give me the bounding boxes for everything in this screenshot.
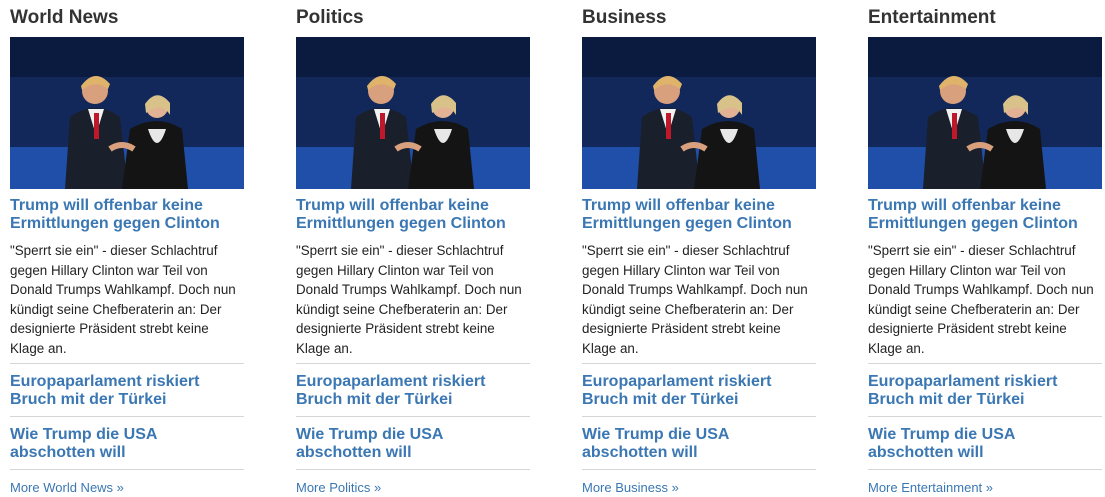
category-title: Politics bbox=[296, 7, 364, 28]
divider bbox=[10, 363, 244, 364]
lead-headline-link[interactable]: Trump will offenbar keine Ermittlungen g… bbox=[582, 197, 818, 233]
headline-link-2[interactable]: Europaparlament riskiert Bruch mit der T… bbox=[868, 373, 1104, 409]
news-category-grid: World News Trump will offenbar keine Erm… bbox=[0, 0, 1105, 497]
divider bbox=[296, 416, 530, 417]
divider bbox=[868, 416, 1102, 417]
divider bbox=[296, 363, 530, 364]
lead-article-photo[interactable] bbox=[10, 37, 244, 189]
lead-article-photo[interactable] bbox=[296, 37, 530, 189]
lead-teaser: "Sperrt sie ein" - dieser Schlachtruf ge… bbox=[10, 243, 236, 356]
divider bbox=[582, 469, 816, 470]
lead-teaser: "Sperrt sie ein" - dieser Schlachtruf ge… bbox=[582, 243, 808, 356]
divider bbox=[10, 416, 244, 417]
lead-headline-link[interactable]: Trump will offenbar keine Ermittlungen g… bbox=[296, 197, 532, 233]
category-title: Entertainment bbox=[868, 7, 996, 28]
divider bbox=[582, 363, 816, 364]
more-category-link[interactable]: More Politics » bbox=[296, 480, 381, 495]
divider bbox=[296, 469, 530, 470]
lead-teaser: "Sperrt sie ein" - dieser Schlachtruf ge… bbox=[868, 243, 1094, 356]
lead-article-photo[interactable] bbox=[868, 37, 1102, 189]
more-category-link[interactable]: More World News » bbox=[10, 480, 124, 495]
more-category-link[interactable]: More Business » bbox=[582, 480, 679, 495]
headline-link-3[interactable]: Wie Trump die USA abschotten will bbox=[10, 426, 246, 462]
headline-link-2[interactable]: Europaparlament riskiert Bruch mit der T… bbox=[10, 373, 246, 409]
headline-link-2[interactable]: Europaparlament riskiert Bruch mit der T… bbox=[296, 373, 532, 409]
divider bbox=[868, 363, 1102, 364]
category-title: Business bbox=[582, 7, 667, 28]
headline-link-3[interactable]: Wie Trump die USA abschotten will bbox=[582, 426, 818, 462]
lead-teaser: "Sperrt sie ein" - dieser Schlachtruf ge… bbox=[296, 243, 522, 356]
headline-link-3[interactable]: Wie Trump die USA abschotten will bbox=[296, 426, 532, 462]
headline-link-2[interactable]: Europaparlament riskiert Bruch mit der T… bbox=[582, 373, 818, 409]
headline-link-3[interactable]: Wie Trump die USA abschotten will bbox=[868, 426, 1104, 462]
divider bbox=[582, 416, 816, 417]
lead-headline-link[interactable]: Trump will offenbar keine Ermittlungen g… bbox=[868, 197, 1104, 233]
lead-headline-link[interactable]: Trump will offenbar keine Ermittlungen g… bbox=[10, 197, 246, 233]
divider bbox=[10, 469, 244, 470]
lead-article-photo[interactable] bbox=[582, 37, 816, 189]
divider bbox=[868, 469, 1102, 470]
category-title: World News bbox=[10, 7, 119, 28]
more-category-link[interactable]: More Entertainment » bbox=[868, 480, 993, 495]
